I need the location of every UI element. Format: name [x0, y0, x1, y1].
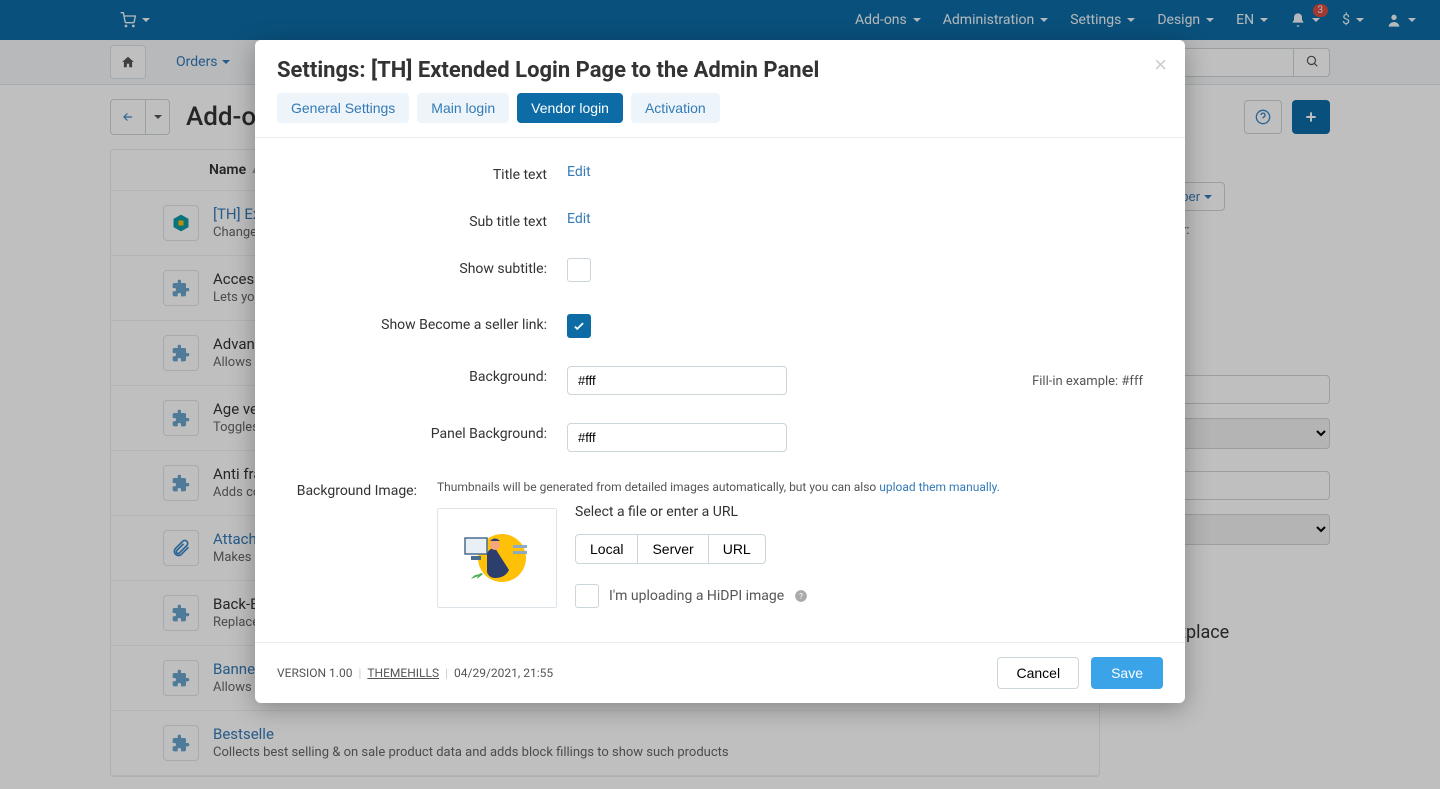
input-panel-background[interactable] [567, 423, 787, 452]
cancel-button[interactable]: Cancel [997, 657, 1079, 689]
file-local-button[interactable]: Local [575, 534, 638, 564]
file-url-button[interactable]: URL [708, 534, 766, 564]
help-icon[interactable]: ? [794, 589, 808, 603]
close-icon[interactable]: × [1154, 52, 1167, 78]
hint-background: Fill-in example: #fff [873, 374, 1163, 389]
tab-activation[interactable]: Activation [631, 93, 720, 123]
label-subtitle-text: Sub title text [277, 211, 567, 230]
tab-vendor-login[interactable]: Vendor login [517, 93, 623, 123]
version-info: VERSION 1.00|THEMEHILLS|04/29/2021, 21:5… [277, 666, 553, 680]
label-show-subtitle: Show subtitle: [277, 258, 567, 277]
modal-body: Title text Edit Sub title text Edit Show… [255, 138, 1185, 642]
checkbox-show-become-seller[interactable] [567, 314, 591, 338]
checkbox-hidpi[interactable] [575, 584, 599, 608]
modal-footer: VERSION 1.00|THEMEHILLS|04/29/2021, 21:5… [255, 642, 1185, 703]
vendor-link[interactable]: THEMEHILLS [367, 666, 439, 680]
upload-manually-link[interactable]: upload them manually. [879, 480, 1000, 494]
hidpi-label: I'm uploading a HiDPI image [609, 588, 784, 604]
svg-text:?: ? [799, 591, 803, 601]
file-server-button[interactable]: Server [638, 534, 707, 564]
modal-tabs: General Settings Main login Vendor login… [255, 93, 1185, 138]
tab-general-settings[interactable]: General Settings [277, 93, 409, 123]
save-button[interactable]: Save [1091, 657, 1163, 689]
label-background-image: Background Image: [277, 480, 437, 499]
checkbox-show-subtitle[interactable] [567, 258, 591, 282]
label-show-become-seller: Show Become a seller link: [277, 314, 567, 333]
input-background[interactable] [567, 366, 787, 395]
label-panel-background: Panel Background: [277, 423, 567, 442]
image-thumbnail[interactable] [437, 508, 557, 608]
edit-title-text[interactable]: Edit [567, 164, 591, 180]
edit-subtitle-text[interactable]: Edit [567, 211, 591, 227]
label-title-text: Title text [277, 164, 567, 183]
file-select-label: Select a file or enter a URL [575, 504, 1163, 520]
label-background: Background: [277, 366, 567, 385]
modal-title: Settings: [TH] Extended Login Page to th… [277, 58, 1163, 83]
thumbnail-note: Thumbnails will be generated from detail… [437, 480, 1163, 494]
tab-main-login[interactable]: Main login [417, 93, 509, 123]
settings-modal: × Settings: [TH] Extended Login Page to … [255, 40, 1185, 703]
